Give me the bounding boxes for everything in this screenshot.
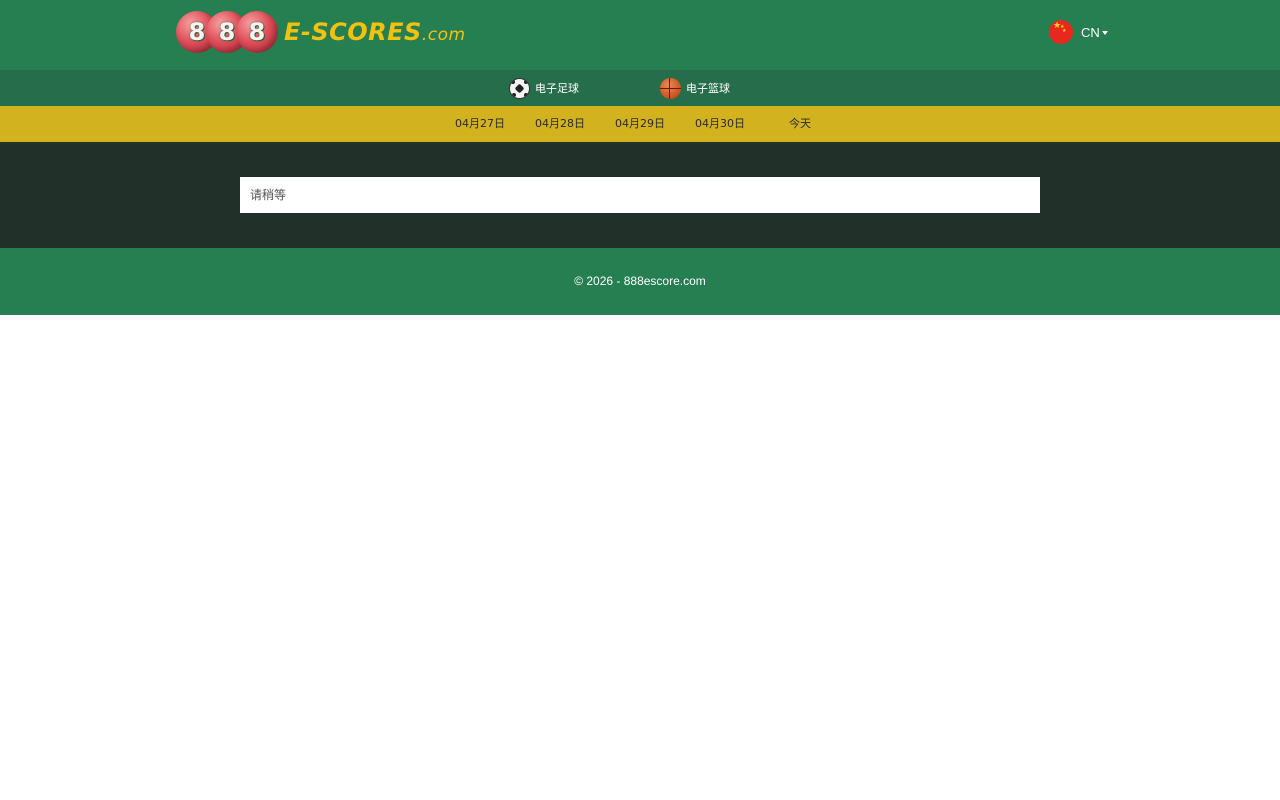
logo-wordmark: E-SCORES.com xyxy=(284,18,466,46)
language-label: CN xyxy=(1081,24,1100,40)
date-tab-0427[interactable]: 04月27日 xyxy=(444,106,516,142)
caret-down-icon xyxy=(1101,30,1108,35)
nav-e-soccer[interactable]: 电子足球 xyxy=(509,77,579,99)
date-tab-0428[interactable]: 04月28日 xyxy=(524,106,596,142)
soccer-ball-icon xyxy=(509,77,530,99)
content-area: 请稍等 xyxy=(0,142,1280,248)
nav-e-soccer-label: 电子足球 xyxy=(535,82,579,95)
logo-emblem: 8 8 8 xyxy=(176,8,280,56)
date-tab-today[interactable]: 今天 xyxy=(764,106,836,142)
copyright-text: © 2026 - 888escore.com xyxy=(574,274,706,288)
site-header: 8 8 8 E-SCORES.com ★ ★ ★ CN xyxy=(0,0,1280,70)
sport-nav: 电子足球 电子篮球 xyxy=(0,70,1280,106)
date-tabs: 04月27日 04月28日 04月29日 04月30日 今天 xyxy=(0,106,1280,142)
basketball-icon xyxy=(660,77,681,99)
logo-wordmark-tld: .com xyxy=(421,25,466,45)
loading-message: 请稍等 xyxy=(240,177,1040,213)
date-tab-0430[interactable]: 04月30日 xyxy=(684,106,756,142)
logo-ball-3: 8 xyxy=(236,11,278,53)
china-flag-icon: ★ ★ ★ xyxy=(1049,20,1073,44)
site-logo[interactable]: 8 8 8 E-SCORES.com xyxy=(176,8,466,56)
nav-e-basketball-label: 电子篮球 xyxy=(686,82,730,95)
site-footer: © 2026 - 888escore.com xyxy=(0,248,1280,315)
logo-wordmark-main: E-SCORES xyxy=(284,18,422,46)
nav-e-basketball[interactable]: 电子篮球 xyxy=(660,77,730,99)
language-selector[interactable]: ★ ★ ★ CN xyxy=(1049,19,1108,45)
date-tab-0429[interactable]: 04月29日 xyxy=(604,106,676,142)
